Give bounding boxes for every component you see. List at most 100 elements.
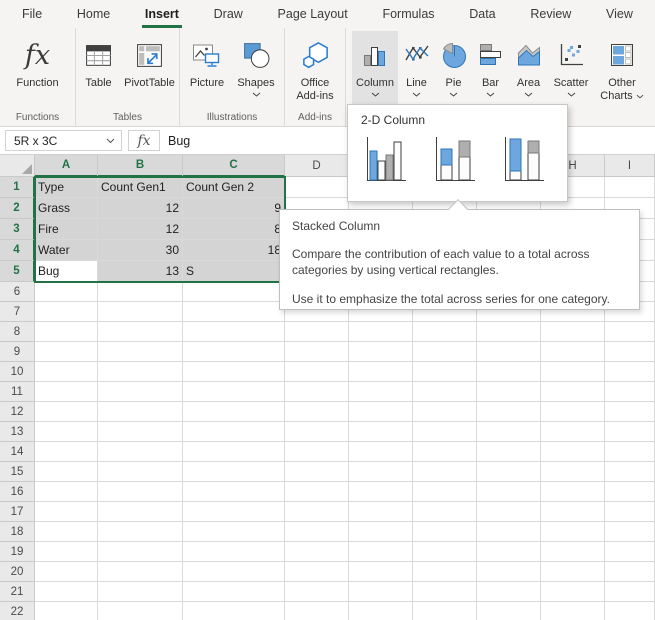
cell-B17[interactable] bbox=[98, 502, 183, 522]
cell-D15[interactable] bbox=[285, 462, 349, 482]
row-header-17[interactable]: 17 bbox=[0, 502, 35, 522]
cell-D18[interactable] bbox=[285, 522, 349, 542]
cell-D12[interactable] bbox=[285, 402, 349, 422]
cell-F9[interactable] bbox=[413, 342, 477, 362]
cell-B7[interactable] bbox=[98, 302, 183, 322]
cell-C1[interactable]: Count Gen 2 bbox=[183, 177, 285, 198]
stacked-column-option[interactable] bbox=[432, 134, 478, 186]
cell-A9[interactable] bbox=[35, 342, 98, 362]
cell-A12[interactable] bbox=[35, 402, 98, 422]
row-header-4[interactable]: 4 bbox=[0, 240, 35, 261]
cell-F21[interactable] bbox=[413, 582, 477, 602]
pie-chart-button[interactable]: Pie bbox=[435, 31, 472, 111]
tab-formulas[interactable]: Formulas bbox=[380, 0, 436, 28]
cell-B14[interactable] bbox=[98, 442, 183, 462]
bar-dropdown-chevron-icon[interactable] bbox=[486, 92, 495, 97]
cell-B5[interactable]: 13 bbox=[98, 261, 183, 282]
cell-I12[interactable] bbox=[605, 402, 655, 422]
row-header-9[interactable]: 9 bbox=[0, 342, 35, 362]
row-header-20[interactable]: 20 bbox=[0, 562, 35, 582]
cell-H17[interactable] bbox=[541, 502, 605, 522]
shapes-button[interactable]: Shapes bbox=[231, 31, 281, 111]
row-header-15[interactable]: 15 bbox=[0, 462, 35, 482]
cell-H10[interactable] bbox=[541, 362, 605, 382]
cell-C7[interactable] bbox=[183, 302, 285, 322]
cell-B11[interactable] bbox=[98, 382, 183, 402]
pie-dropdown-chevron-icon[interactable] bbox=[449, 92, 458, 97]
name-box[interactable]: 5R x 3C bbox=[5, 130, 122, 151]
row-header-2[interactable]: 2 bbox=[0, 198, 35, 219]
row-header-1[interactable]: 1 bbox=[0, 177, 35, 198]
cell-I14[interactable] bbox=[605, 442, 655, 462]
column-header-A[interactable]: A bbox=[35, 155, 98, 177]
cell-C12[interactable] bbox=[183, 402, 285, 422]
cell-I20[interactable] bbox=[605, 562, 655, 582]
cell-D8[interactable] bbox=[285, 322, 349, 342]
cell-E12[interactable] bbox=[349, 402, 413, 422]
cell-G9[interactable] bbox=[477, 342, 541, 362]
cell-E21[interactable] bbox=[349, 582, 413, 602]
cell-E10[interactable] bbox=[349, 362, 413, 382]
cell-H12[interactable] bbox=[541, 402, 605, 422]
cell-C8[interactable] bbox=[183, 322, 285, 342]
cell-C13[interactable] bbox=[183, 422, 285, 442]
column-header-C[interactable]: C bbox=[183, 155, 285, 177]
cell-F15[interactable] bbox=[413, 462, 477, 482]
row-header-7[interactable]: 7 bbox=[0, 302, 35, 322]
cell-E13[interactable] bbox=[349, 422, 413, 442]
cell-C22[interactable] bbox=[183, 602, 285, 620]
cell-A3[interactable]: Fire bbox=[35, 219, 98, 240]
cell-A7[interactable] bbox=[35, 302, 98, 322]
cell-A6[interactable] bbox=[35, 282, 98, 302]
cell-E9[interactable] bbox=[349, 342, 413, 362]
column-dropdown-chevron-icon[interactable] bbox=[371, 92, 380, 97]
cell-G17[interactable] bbox=[477, 502, 541, 522]
cell-B21[interactable] bbox=[98, 582, 183, 602]
area-dropdown-chevron-icon[interactable] bbox=[524, 92, 533, 97]
cell-B3[interactable]: 12 bbox=[98, 219, 183, 240]
cell-A18[interactable] bbox=[35, 522, 98, 542]
cell-A16[interactable] bbox=[35, 482, 98, 502]
cell-D17[interactable] bbox=[285, 502, 349, 522]
cell-B20[interactable] bbox=[98, 562, 183, 582]
line-dropdown-chevron-icon[interactable] bbox=[412, 92, 421, 97]
cell-F11[interactable] bbox=[413, 382, 477, 402]
cell-G11[interactable] bbox=[477, 382, 541, 402]
hundred-percent-stacked-column-option[interactable] bbox=[501, 134, 547, 186]
cell-C2[interactable]: 9 bbox=[183, 198, 285, 219]
cell-F16[interactable] bbox=[413, 482, 477, 502]
cell-E20[interactable] bbox=[349, 562, 413, 582]
cell-F8[interactable] bbox=[413, 322, 477, 342]
cell-C6[interactable] bbox=[183, 282, 285, 302]
cell-C11[interactable] bbox=[183, 382, 285, 402]
cell-I21[interactable] bbox=[605, 582, 655, 602]
cell-F14[interactable] bbox=[413, 442, 477, 462]
cell-C19[interactable] bbox=[183, 542, 285, 562]
cell-C14[interactable] bbox=[183, 442, 285, 462]
cell-H22[interactable] bbox=[541, 602, 605, 620]
row-header-16[interactable]: 16 bbox=[0, 482, 35, 502]
cell-I11[interactable] bbox=[605, 382, 655, 402]
cell-E11[interactable] bbox=[349, 382, 413, 402]
cell-B22[interactable] bbox=[98, 602, 183, 620]
row-header-12[interactable]: 12 bbox=[0, 402, 35, 422]
line-chart-button[interactable]: Line bbox=[398, 31, 435, 111]
cell-C4[interactable]: 18 bbox=[183, 240, 285, 261]
cell-H14[interactable] bbox=[541, 442, 605, 462]
insert-function-button[interactable]: fx bbox=[128, 130, 160, 151]
cell-D10[interactable] bbox=[285, 362, 349, 382]
cell-G19[interactable] bbox=[477, 542, 541, 562]
cell-I22[interactable] bbox=[605, 602, 655, 620]
scatter-dropdown-chevron-icon[interactable] bbox=[567, 92, 576, 97]
cell-D16[interactable] bbox=[285, 482, 349, 502]
formula-input[interactable]: Bug bbox=[168, 130, 190, 151]
cell-I19[interactable] bbox=[605, 542, 655, 562]
cell-F18[interactable] bbox=[413, 522, 477, 542]
column-header-D[interactable]: D bbox=[285, 155, 349, 177]
function-button[interactable]: fx Function bbox=[3, 31, 73, 111]
cell-G21[interactable] bbox=[477, 582, 541, 602]
cell-G8[interactable] bbox=[477, 322, 541, 342]
cell-D19[interactable] bbox=[285, 542, 349, 562]
row-header-18[interactable]: 18 bbox=[0, 522, 35, 542]
row-header-13[interactable]: 13 bbox=[0, 422, 35, 442]
